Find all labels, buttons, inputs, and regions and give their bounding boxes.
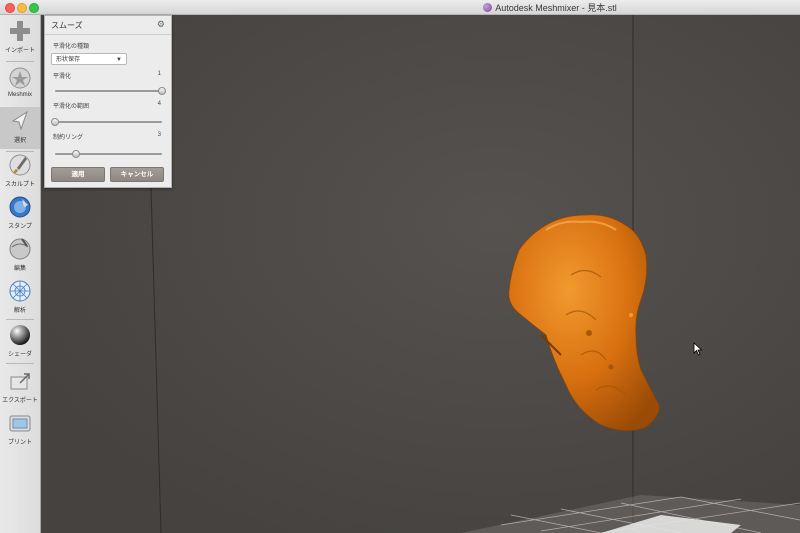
toolbar-divider [6,363,34,364]
export-icon [8,369,32,393]
smooth-panel: スムーズ ⚙ 平滑化の種類 形状保存 ▼ 平滑化 1 平滑化の範囲 4 制約リン… [44,15,172,188]
tool-label: プリント [7,440,32,446]
smoothing-type-value: 形状保存 [56,57,81,63]
tool-analysis[interactable]: 解析 [0,279,40,314]
stamp-icon [8,195,32,219]
meshmixer-logo-icon [483,3,493,12]
print-bed-grid [461,495,800,533]
range-slider-knob[interactable] [51,118,59,126]
smoothing-slider-knob[interactable] [158,87,166,95]
tool-print[interactable]: プリント [0,411,40,446]
tool-meshmix[interactable]: Meshmix [0,66,40,98]
toolbar-divider [6,61,34,62]
smoothing-type-dropdown[interactable]: 形状保存 ▼ [51,53,127,65]
apply-button[interactable]: 適用 [51,167,105,182]
tool-label: 選択 [13,138,26,144]
tool-label: 解析 [13,308,26,314]
tool-label: スカルプト [4,182,35,188]
tool-shader[interactable]: シェーダ [0,323,40,358]
tool-label: インポート [4,48,35,54]
tool-sculpt[interactable]: スカルプト [0,153,40,188]
tool-edit[interactable]: 編集 [0,237,40,272]
title-bar: Autodesk Meshmixer - 見本.stl [0,0,800,15]
tool-select[interactable]: 選択 [0,107,40,149]
shader-sphere-icon [8,323,32,347]
left-toolbar: インポート Meshmix 選択 スカルプト スタンプ 編集 解析 シェーダ エ… [0,15,41,533]
tool-label: スタンプ [8,224,32,230]
tool-label: Meshmix [7,92,32,98]
ring-value: 3 [157,132,161,138]
3d-model-mesh[interactable] [508,214,660,431]
meshmix-icon [8,66,32,90]
tool-label: エクスポート [2,398,38,404]
tool-import[interactable]: インポート [0,19,40,54]
ring-label: 制約リング [53,135,84,141]
edit-sphere-icon [8,237,32,261]
ring-slider-knob[interactable] [72,150,81,158]
range-label: 平滑化の範囲 [53,104,90,110]
brush-icon [8,153,32,177]
analysis-sphere-icon [8,279,32,303]
mouse-cursor-icon [693,342,703,361]
range-slider[interactable] [51,118,162,126]
plus-icon [8,19,32,43]
smoothing-value: 1 [157,71,161,77]
select-arrow-icon [8,109,32,133]
cancel-button[interactable]: キャンセル [110,167,164,182]
smoothing-slider[interactable] [55,87,166,95]
gear-icon[interactable]: ⚙ [157,19,165,30]
range-value: 4 [157,101,161,107]
toolbar-divider [6,319,34,320]
smoothing-type-label: 平滑化の種類 [53,44,90,50]
printer-icon [8,411,32,435]
smoothing-label: 平滑化 [53,74,72,80]
toolbar-divider [6,151,34,152]
panel-title: スムーズ [51,21,83,30]
tool-label: シェーダ [7,352,32,358]
window-title: Autodesk Meshmixer - 見本.stl [495,3,617,13]
tool-export[interactable]: エクスポート [0,369,40,404]
chevron-down-icon: ▼ [116,57,122,63]
tool-stamp[interactable]: スタンプ [0,195,40,230]
tool-label: 編集 [13,266,26,272]
panel-header: スムーズ ⚙ [45,16,171,35]
ring-slider[interactable] [55,150,162,158]
